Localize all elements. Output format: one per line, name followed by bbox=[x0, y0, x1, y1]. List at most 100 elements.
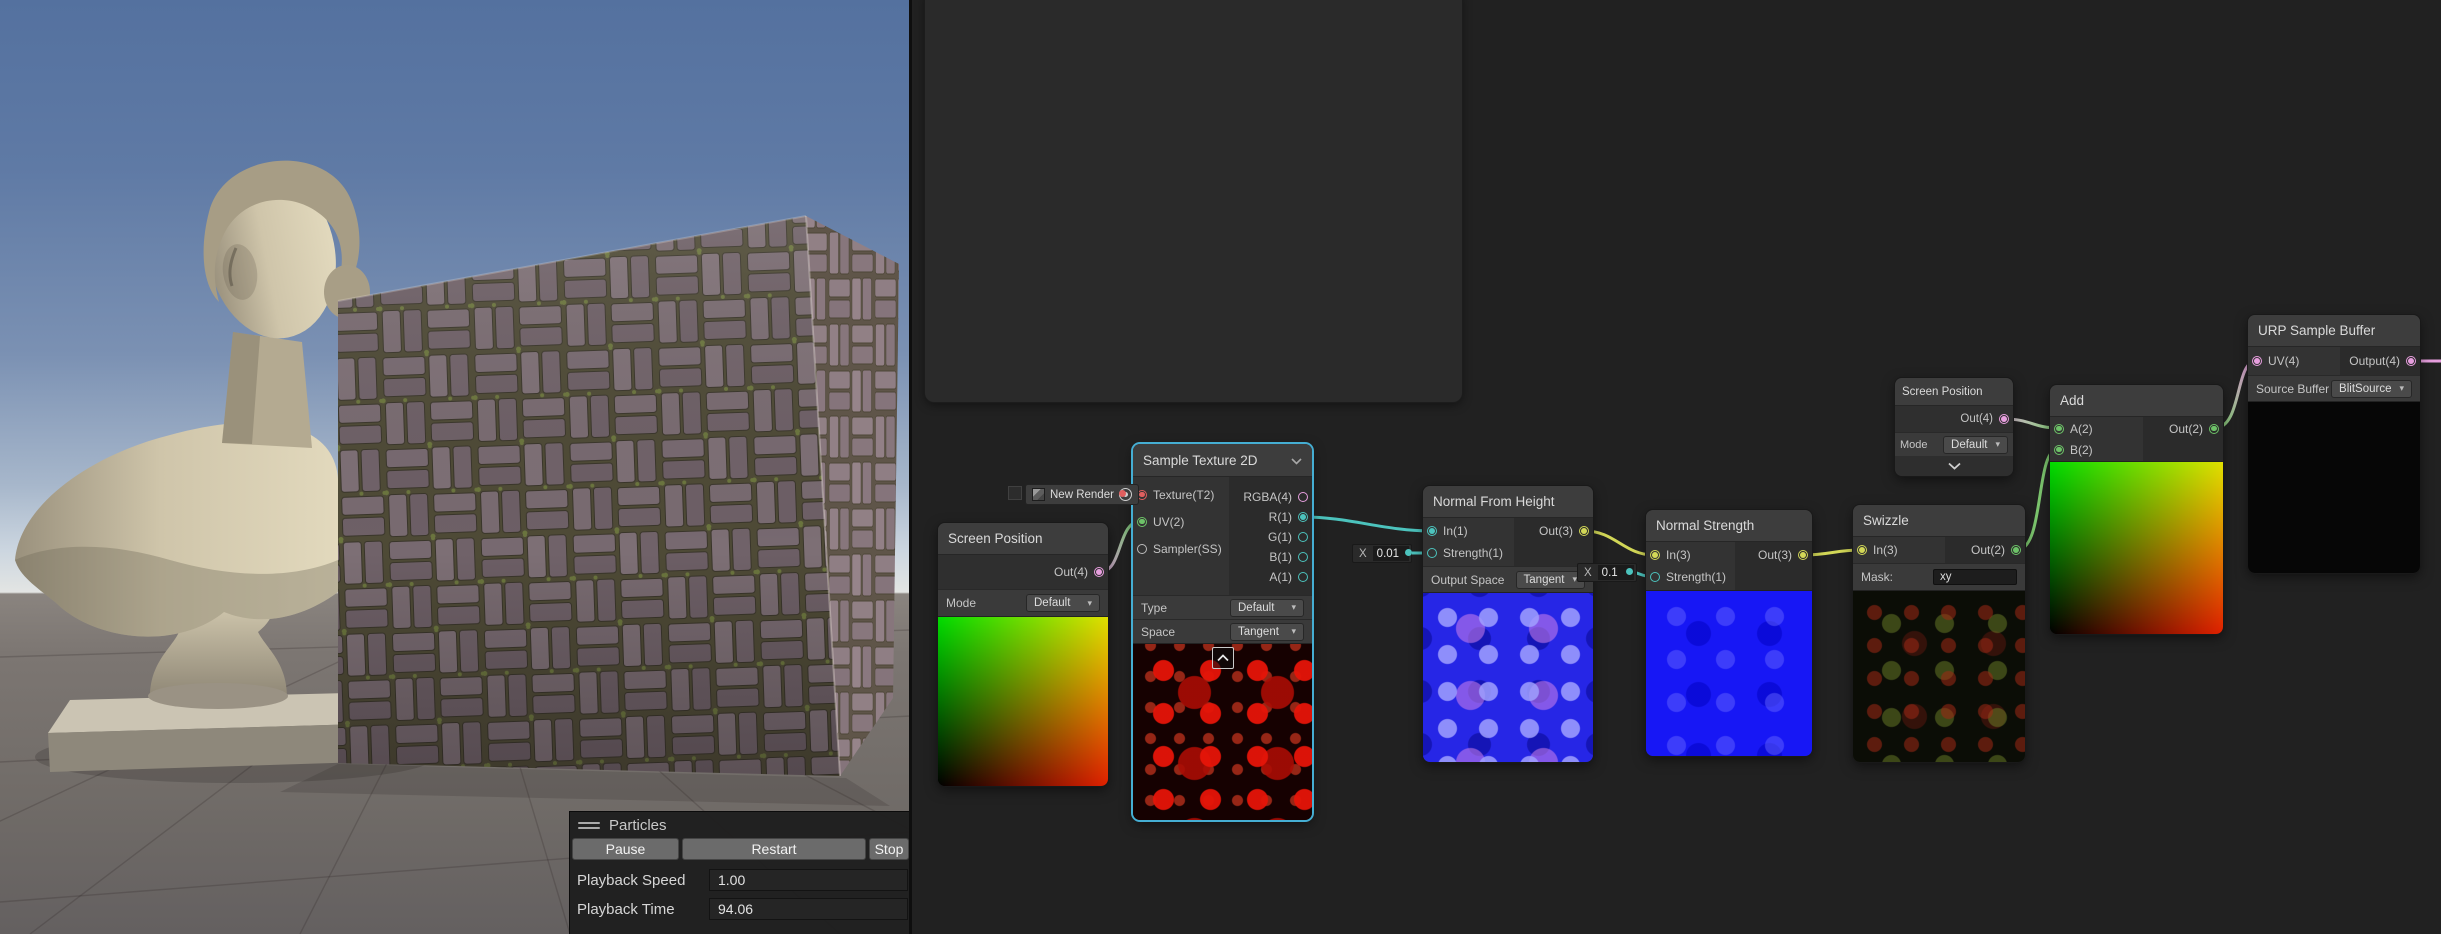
mask-label: Mask: bbox=[1861, 570, 1894, 584]
texture-asset-name: New Render bbox=[1050, 488, 1114, 501]
playback-time-field[interactable] bbox=[709, 898, 908, 920]
type-dropdown[interactable]: Default ▾ bbox=[1230, 598, 1304, 617]
port-dot bbox=[1298, 532, 1308, 542]
port-dot bbox=[1298, 572, 1308, 582]
node-title: Swizzle bbox=[1863, 513, 1909, 528]
chevron-down-icon[interactable] bbox=[1291, 453, 1302, 468]
port-out[interactable]: Out(3) bbox=[1514, 520, 1593, 542]
restart-button[interactable]: Restart bbox=[682, 838, 866, 860]
port-out[interactable]: Out(2) bbox=[2143, 418, 2223, 439]
port-dot bbox=[1298, 492, 1308, 502]
port-out4[interactable]: Out(4) bbox=[1895, 406, 2013, 432]
port-strength[interactable]: Strength(1) bbox=[1423, 542, 1514, 564]
mode-dropdown[interactable]: Default ▾ bbox=[1943, 435, 2008, 454]
shader-graph-canvas[interactable]: New Render X X Screen Position Out(4) bbox=[911, 0, 2441, 934]
playback-speed-label: Playback Speed bbox=[577, 871, 686, 889]
port-a[interactable]: A(1) bbox=[1229, 567, 1312, 587]
port-out4[interactable]: Out(4) bbox=[938, 555, 1108, 589]
view-splitter[interactable] bbox=[909, 0, 912, 934]
port-dot bbox=[1427, 548, 1437, 558]
port-uv4[interactable]: UV(4) bbox=[2248, 349, 2340, 373]
node-preview bbox=[1423, 592, 1593, 762]
collapse-preview-button[interactable] bbox=[1211, 647, 1234, 669]
mode-dropdown[interactable]: Default ▾ bbox=[1026, 594, 1100, 612]
mode-label: Mode bbox=[1900, 438, 1928, 451]
port-dot bbox=[1298, 552, 1308, 562]
node-title: URP Sample Buffer bbox=[2258, 323, 2376, 338]
port-dot bbox=[2252, 356, 2262, 366]
port-sampler[interactable]: Sampler(SS) bbox=[1133, 535, 1229, 562]
port-in[interactable]: In(1) bbox=[1423, 520, 1514, 542]
node-screen-position-1[interactable]: Screen Position Out(4) Mode Default ▾ bbox=[938, 523, 1108, 786]
strength-float-field[interactable]: X bbox=[1352, 544, 1412, 563]
mask-input[interactable] bbox=[1933, 569, 2017, 585]
port-output4[interactable]: Output(4) bbox=[2340, 349, 2420, 373]
node-add[interactable]: Add A(2) B(2) Out(2) bbox=[2050, 385, 2223, 634]
wire-height-to-normalstrength[interactable] bbox=[1583, 529, 1656, 557]
statue-bust bbox=[15, 160, 388, 772]
playback-speed-field[interactable] bbox=[709, 869, 908, 891]
chevron-down-icon: ▾ bbox=[1291, 602, 1296, 612]
node-preview bbox=[1133, 643, 1312, 820]
output-space-dropdown[interactable]: Tangent ▾ bbox=[1515, 570, 1585, 589]
port-out[interactable]: Out(3) bbox=[1735, 544, 1812, 566]
space-dropdown[interactable]: Tangent ▾ bbox=[1230, 622, 1304, 641]
port-texture[interactable]: Texture(T2) bbox=[1133, 481, 1229, 508]
expand-preview-button[interactable] bbox=[1895, 456, 2013, 476]
chevron-down-icon: ▾ bbox=[1087, 597, 1092, 608]
node-title: Normal From Height bbox=[1433, 494, 1555, 509]
port-dot bbox=[1650, 550, 1660, 560]
texture-thumbnail-icon bbox=[1032, 488, 1045, 501]
node-preview bbox=[938, 616, 1108, 786]
port-dot bbox=[1137, 543, 1147, 554]
port-a[interactable]: A(2) bbox=[2050, 418, 2143, 439]
chevron-down-icon: ▾ bbox=[1291, 626, 1296, 636]
playback-time-label: Playback Time bbox=[577, 900, 675, 918]
node-normal-from-height[interactable]: Normal From Height In(1) Strength(1) Out… bbox=[1423, 486, 1593, 762]
port-b[interactable]: B(1) bbox=[1229, 547, 1312, 567]
port-uv[interactable]: UV(2) bbox=[1133, 508, 1229, 535]
node-title: Screen Position bbox=[1902, 385, 1983, 398]
space-label: Space bbox=[1141, 624, 1176, 639]
drag-handle-icon[interactable] bbox=[578, 822, 600, 829]
chevron-down-icon: ▾ bbox=[1995, 439, 2000, 449]
node-title: Screen Position bbox=[948, 531, 1043, 546]
node-title: Normal Strength bbox=[1656, 518, 1755, 533]
port-out[interactable]: Out(2) bbox=[1945, 539, 2025, 561]
port-dot bbox=[2406, 356, 2416, 366]
port-dot bbox=[1094, 567, 1104, 577]
particles-panel[interactable]: Particles Pause Restart Stop Playback Sp… bbox=[569, 811, 911, 934]
port-g[interactable]: G(1) bbox=[1229, 527, 1312, 547]
port-dot bbox=[1579, 526, 1589, 536]
chevron-down-icon: ▾ bbox=[2399, 383, 2404, 393]
port-dot bbox=[1650, 572, 1660, 582]
node-sample-texture-2d[interactable]: Sample Texture 2D Texture(T2) UV(2) Samp… bbox=[1133, 444, 1312, 820]
node-swizzle[interactable]: Swizzle In(3) Out(2) Mask: bbox=[1853, 505, 2025, 762]
scene-view[interactable]: Particles Pause Restart Stop Playback Sp… bbox=[0, 0, 911, 934]
unity-editor: Particles Pause Restart Stop Playback Sp… bbox=[0, 0, 2441, 934]
port-strength[interactable]: Strength(1) bbox=[1646, 566, 1735, 588]
port-in[interactable]: In(3) bbox=[1853, 539, 1945, 561]
node-preview bbox=[1646, 590, 1812, 756]
type-label: Type bbox=[1141, 600, 1168, 615]
node-screen-position-2[interactable]: Screen Position Out(4) Mode Default ▾ bbox=[1895, 378, 2013, 476]
port-b[interactable]: B(2) bbox=[2050, 439, 2143, 460]
node-normal-strength[interactable]: Normal Strength In(3) Strength(1) Out(3) bbox=[1646, 510, 1812, 756]
pause-button[interactable]: Pause bbox=[572, 838, 679, 860]
mode-label: Mode bbox=[946, 596, 977, 610]
float-value-input[interactable] bbox=[1372, 546, 1409, 561]
node-title: Sample Texture 2D bbox=[1143, 452, 1258, 468]
port-r[interactable]: R(1) bbox=[1229, 507, 1312, 527]
port-in[interactable]: In(3) bbox=[1646, 544, 1735, 566]
texture-default-box bbox=[1008, 486, 1022, 500]
node-preview bbox=[2248, 401, 2420, 573]
wire-r-to-height-in[interactable] bbox=[1302, 515, 1433, 533]
source-buffer-dropdown[interactable]: BlitSource ▾ bbox=[2331, 379, 2412, 398]
node-title: Add bbox=[2060, 393, 2085, 408]
port-rgba[interactable]: RGBA(4) bbox=[1229, 487, 1312, 507]
chevron-down-icon bbox=[1947, 462, 1961, 470]
connector-stub bbox=[1119, 490, 1126, 497]
port-dot bbox=[2209, 423, 2219, 434]
stop-button[interactable]: Stop bbox=[869, 838, 909, 860]
node-urp-sample-buffer[interactable]: URP Sample Buffer UV(4) Output(4) Source bbox=[2248, 315, 2420, 573]
